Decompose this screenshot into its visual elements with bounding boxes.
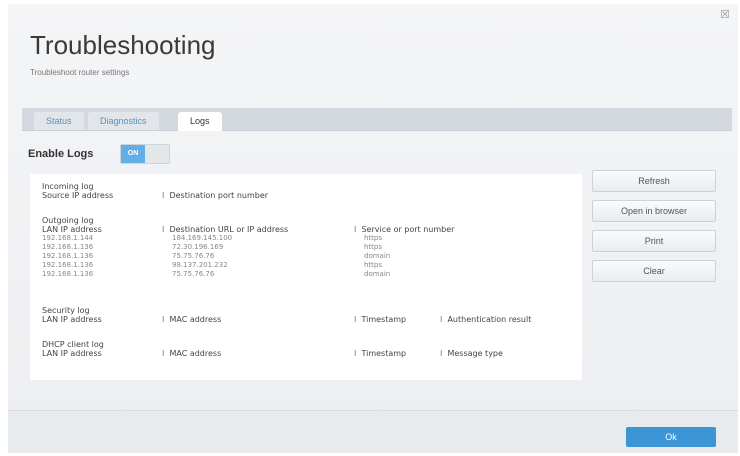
column-header: LAN IP address [42,225,102,234]
close-icon[interactable]: ☒ [720,10,730,21]
lan-ip-cell: 192.168.1.144 [42,234,94,242]
column-header: Source IP address [42,191,114,200]
table-header-row: LAN IP address I Destination URL or IP a… [42,225,454,234]
service-cell: https [364,243,383,251]
open-in-browser-button[interactable]: Open in browser [592,200,716,222]
ok-button[interactable]: Ok [626,427,716,447]
service-cell: https [364,234,383,242]
security-log: Security log LAN IP address I MAC addres… [42,306,531,324]
lan-ip-cell: 192.168.1.136 [42,270,94,278]
tab-diagnostics[interactable]: Diagnostics [88,112,159,130]
table-row: 192.168.1.144 184.169.145.100 https [42,234,382,243]
column-header: I Authentication result [440,315,532,324]
dialog-footer: Ok [8,410,738,453]
service-cell: https [364,261,383,269]
destination-cell: 98.137.201.232 [172,261,228,269]
page-subtitle: Troubleshoot router settings [30,68,130,77]
dhcp-client-log: DHCP client log LAN IP address I MAC add… [42,340,503,358]
security-log-title: Security log [42,306,90,315]
column-header: LAN IP address [42,315,102,324]
column-header: I MAC address [162,315,222,324]
table-row: 192.168.1.136 75.75.76.76 domain [42,252,390,261]
clear-button[interactable]: Clear [592,260,716,282]
table-row: 192.168.1.136 98.137.201.232 https [42,261,382,270]
table-header-row: Source IP address I Destination port num… [42,191,268,200]
tab-logs[interactable]: Logs [178,112,222,131]
outgoing-log-title: Outgoing log [42,216,94,225]
lan-ip-cell: 192.168.1.136 [42,261,94,269]
table-row: 192.168.1.136 75.75.76.76 domain [42,270,390,279]
enable-logs-label: Enable Logs [28,148,94,160]
service-cell: domain [364,252,391,260]
incoming-log-title: Incoming log [42,182,94,191]
column-header: I Timestamp [354,315,407,324]
column-header: I Service or port number [354,225,455,234]
page-title: Troubleshooting [30,30,216,60]
lan-ip-cell: 192.168.1.136 [42,252,94,260]
column-header: I Message type [440,349,503,358]
troubleshooting-panel: ☒ Troubleshooting Troubleshoot router se… [8,4,738,452]
table-row: 192.168.1.136 72.30.196.169 https [42,243,382,252]
tab-status[interactable]: Status [34,112,84,130]
toggle-on-state: ON [121,145,145,163]
column-header: LAN IP address [42,349,102,358]
destination-cell: 75.75.76.76 [172,270,215,278]
column-header: I Destination port number [162,191,269,200]
column-header: I Destination URL or IP address [162,225,289,234]
destination-cell: 72.30.196.169 [172,243,224,251]
table-header-row: LAN IP address I MAC address I Timestamp… [42,315,531,324]
dhcp-log-title: DHCP client log [42,340,104,349]
tab-bar: Status Diagnostics Logs [22,108,732,131]
column-header: I Timestamp [354,349,407,358]
enable-logs-toggle[interactable]: ON [120,144,170,164]
log-viewer: Incoming log Source IP address I Destina… [30,174,582,380]
column-header: I MAC address [162,349,222,358]
incoming-log: Incoming log Source IP address I Destina… [42,182,268,200]
refresh-button[interactable]: Refresh [592,170,716,192]
service-cell: domain [364,270,391,278]
outgoing-log: Outgoing log LAN IP address I Destinatio… [42,216,454,279]
destination-cell: 75.75.76.76 [172,252,215,260]
print-button[interactable]: Print [592,230,716,252]
destination-cell: 184.169.145.100 [172,234,233,242]
lan-ip-cell: 192.168.1.136 [42,243,94,251]
table-header-row: LAN IP address I MAC address I Timestamp… [42,349,503,358]
